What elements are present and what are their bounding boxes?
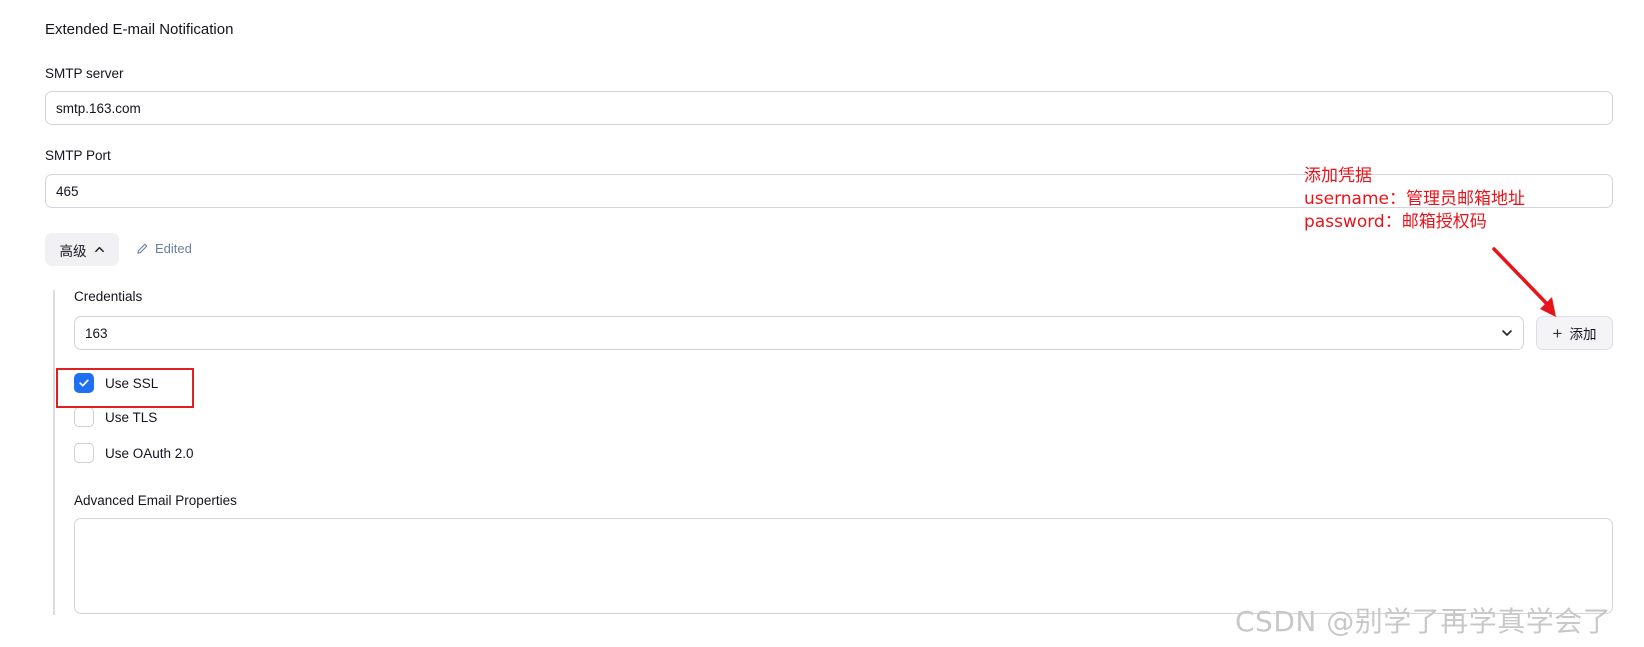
advanced-toggle-label: 高级 — [59, 243, 87, 259]
annotation-line: username：管理员邮箱地址 — [1304, 189, 1525, 209]
watermark: CSDN @别学了再学真学会了 — [1235, 605, 1612, 638]
smtp-server-label: SMTP server — [45, 66, 124, 81]
chevron-up-icon — [94, 246, 104, 253]
annotation-arrow — [1492, 247, 1556, 317]
use-tls-checkbox[interactable] — [74, 407, 94, 427]
advanced-email-properties-label: Advanced Email Properties — [74, 493, 237, 508]
add-credentials-label: 添加 — [1569, 327, 1597, 342]
annotation-line: 添加凭据 — [1304, 166, 1372, 186]
edited-indicator: Edited — [136, 241, 192, 256]
pencil-icon — [137, 243, 148, 254]
plus-icon: + — [1552, 323, 1563, 343]
smtp-port-label: SMTP Port — [45, 148, 111, 163]
credentials-selected-value: 163 — [85, 325, 108, 341]
smtp-server-input[interactable]: smtp.163.com — [45, 91, 1613, 125]
advanced-toggle-button[interactable]: 高级 — [45, 233, 119, 266]
use-tls-label: Use TLS — [105, 409, 158, 425]
use-oauth-option[interactable]: Use OAuth 2.0 — [74, 443, 194, 463]
edited-label: Edited — [155, 241, 192, 256]
use-oauth-checkbox[interactable] — [74, 443, 94, 463]
ssl-highlight-box — [56, 368, 194, 408]
annotation-line: password：邮箱授权码 — [1304, 212, 1487, 232]
section-title: Extended E-mail Notification — [45, 21, 234, 38]
use-tls-option[interactable]: Use TLS — [74, 407, 157, 427]
use-oauth-label: Use OAuth 2.0 — [105, 445, 194, 461]
credentials-label: Credentials — [74, 289, 143, 304]
credentials-select[interactable]: 163 — [74, 316, 1524, 350]
annotation-note: 添加凭据 username：管理员邮箱地址 password：邮箱授权码 — [1304, 165, 1525, 234]
advanced-section-rail — [53, 290, 55, 615]
chevron-down-icon — [1502, 330, 1512, 336]
